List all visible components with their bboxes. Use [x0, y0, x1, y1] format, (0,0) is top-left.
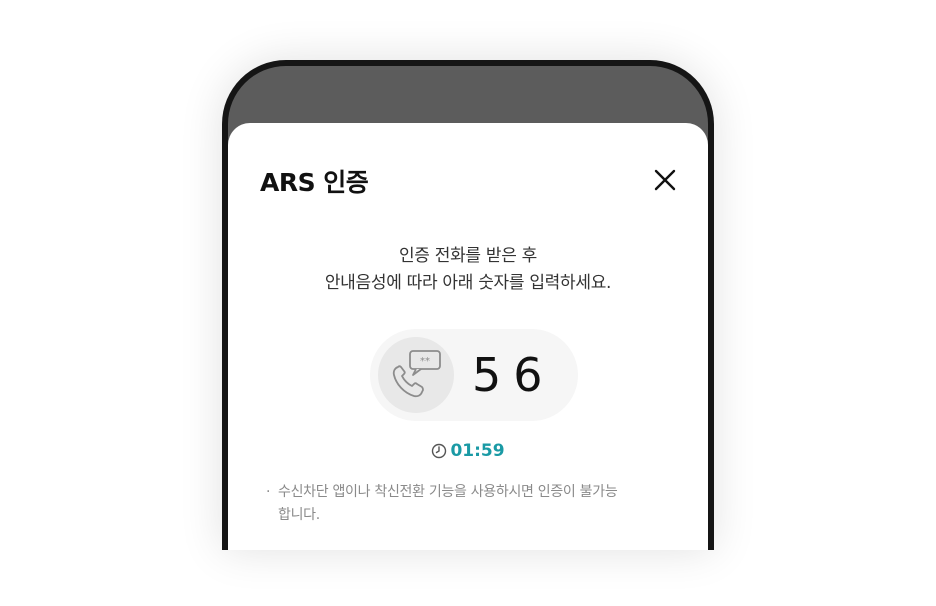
notice-text: 수신차단 앱이나 착신전환 기능을 사용하시면 인증이 불가능합니다. — [278, 484, 618, 523]
phone-icon-badge: ** — [378, 337, 454, 413]
code-display: ** 56 — [370, 329, 578, 421]
dialog-title: ARS 인증 — [260, 168, 369, 197]
close-button[interactable] — [652, 167, 678, 193]
timer-value: 01:59 — [450, 441, 505, 461]
ars-code: 56 — [472, 348, 555, 402]
guide-text: 인증 전화를 받은 후 안내음성에 따라 아래 숫자를 입력하세요. — [228, 243, 708, 297]
countdown-timer: 01:59 — [228, 441, 708, 461]
notice: · 수신차단 앱이나 착신전환 기능을 사용하시면 인증이 불가능합니다. — [266, 481, 626, 527]
phone-call-icon: ** — [392, 350, 441, 398]
close-icon — [654, 169, 676, 191]
svg-text:**: ** — [420, 356, 430, 367]
clock-icon — [432, 443, 447, 459]
ars-bottom-sheet: ARS 인증 인증 전화를 받은 후 안내음성에 따라 아래 숫자를 입력하세요… — [228, 123, 708, 550]
guide-line-1: 인증 전화를 받은 후 — [398, 246, 538, 266]
phone-frame: ARS 인증 인증 전화를 받은 후 안내음성에 따라 아래 숫자를 입력하세요… — [222, 60, 714, 550]
guide-line-2: 안내음성에 따라 아래 숫자를 입력하세요. — [324, 273, 612, 293]
notice-bullet: · — [266, 484, 271, 500]
